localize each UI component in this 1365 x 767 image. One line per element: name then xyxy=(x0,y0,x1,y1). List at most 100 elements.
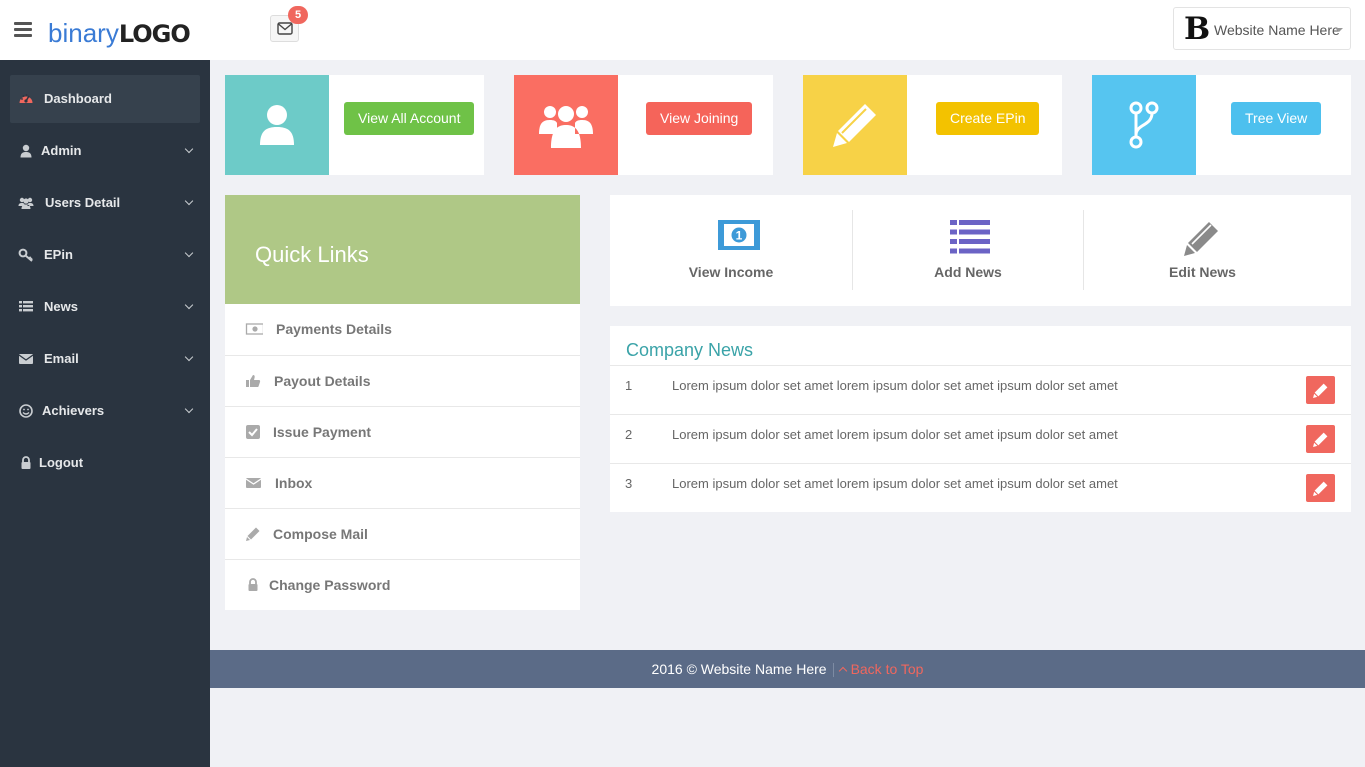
user-icon xyxy=(20,144,32,158)
sidebar-item-news[interactable]: News xyxy=(10,283,200,331)
smile-icon xyxy=(19,404,33,418)
sidebar-item-label: Dashboard xyxy=(44,91,112,106)
sidebar-item-label: Email xyxy=(44,351,79,366)
sidebar-item-label: Logout xyxy=(39,455,84,470)
chevron-down-icon xyxy=(184,404,194,414)
logo-text-secondary: LOGO xyxy=(118,20,191,48)
sidebar-item-label: Achievers xyxy=(42,403,105,418)
envelope-icon xyxy=(245,478,262,488)
add-news-action[interactable]: Add News xyxy=(853,210,1083,290)
sidebar-item-logout[interactable]: Logout xyxy=(10,439,200,487)
quick-links-panel: Quick Links Payments Details Payout Deta… xyxy=(225,195,580,610)
view-income-label: View Income xyxy=(688,264,774,280)
tile-create-epin: Create EPin xyxy=(803,75,1062,175)
quick-actions-panel: 1 View Income Add News Edit News xyxy=(610,195,1351,306)
chevron-down-icon xyxy=(184,300,194,310)
site-logo: B xyxy=(1184,11,1211,47)
sidebar-item-label: EPin xyxy=(44,247,73,262)
chevron-down-icon xyxy=(184,196,194,206)
quick-link-label: Compose Mail xyxy=(273,526,368,542)
view-income-action[interactable]: 1 View Income xyxy=(610,210,852,290)
quick-link-label: Inbox xyxy=(275,475,313,491)
quick-link-change-password[interactable]: Change Password xyxy=(225,559,580,610)
footer-copyright: 2016 © Website Name Here xyxy=(651,661,827,677)
edit-news-button[interactable] xyxy=(1306,474,1335,502)
svg-text:1: 1 xyxy=(736,229,743,243)
quick-link-label: Payout Details xyxy=(274,373,371,389)
tile-icon-box xyxy=(803,75,907,175)
chevron-up-icon xyxy=(838,667,847,676)
news-text: Lorem ipsum dolor set amet lorem ipsum d… xyxy=(672,427,1118,442)
quick-link-label: Issue Payment xyxy=(273,424,372,440)
quick-link-inbox[interactable]: Inbox xyxy=(225,457,580,508)
tile-tree-view: Tree View xyxy=(1092,75,1351,175)
company-news-title: Company News xyxy=(626,340,754,360)
news-number: 1 xyxy=(625,378,633,393)
users-icon xyxy=(539,106,593,148)
envelope-icon xyxy=(277,22,293,35)
users-icon xyxy=(18,197,34,209)
sidebar: Dashboard Admin Users Detail EPin News E… xyxy=(0,60,210,767)
footer-divider xyxy=(832,663,834,678)
edit-news-button[interactable] xyxy=(1306,376,1335,404)
quick-link-label: Change Password xyxy=(269,577,391,593)
sidebar-item-users-detail[interactable]: Users Detail xyxy=(10,179,200,227)
quick-link-payout-details[interactable]: Payout Details xyxy=(225,355,580,406)
company-news-panel: Company News 1 Lorem ipsum dolor set ame… xyxy=(610,326,1351,512)
chevron-down-icon xyxy=(184,144,194,154)
fork-icon xyxy=(1129,101,1159,149)
add-news-label: Add News xyxy=(934,264,1002,280)
lock-icon xyxy=(21,456,31,469)
thumbs-up-icon xyxy=(246,375,261,387)
sidebar-item-achievers[interactable]: Achievers xyxy=(10,387,200,435)
tree-view-button[interactable]: Tree View xyxy=(1231,102,1322,135)
news-row: 2 Lorem ipsum dolor set amet lorem ipsum… xyxy=(610,414,1351,463)
site-name: Website Name Here xyxy=(1214,22,1340,38)
envelope-icon xyxy=(18,354,34,364)
quick-link-payments-details[interactable]: Payments Details xyxy=(225,304,580,355)
caret-down-icon xyxy=(1335,28,1343,32)
sidebar-item-label: Users Detail xyxy=(45,195,121,210)
news-number: 3 xyxy=(625,476,633,491)
quick-link-label: Payments Details xyxy=(276,321,392,337)
quick-link-compose-mail[interactable]: Compose Mail xyxy=(225,508,580,559)
pencil-icon xyxy=(1184,222,1218,256)
pencil-icon xyxy=(833,104,876,147)
sidebar-item-dashboard[interactable]: Dashboard xyxy=(10,75,200,123)
brand-logo[interactable]: binaryLOGO xyxy=(48,17,191,50)
sidebar-item-admin[interactable]: Admin xyxy=(10,127,200,175)
sidebar-item-email[interactable]: Email xyxy=(10,335,200,383)
news-text: Lorem ipsum dolor set amet lorem ipsum d… xyxy=(672,378,1118,393)
tile-icon-box xyxy=(514,75,618,175)
check-square-icon xyxy=(246,425,260,439)
sidebar-item-epin[interactable]: EPin xyxy=(10,231,200,279)
lock-icon xyxy=(248,578,258,591)
quick-links-title: Quick Links xyxy=(255,242,369,267)
pencil-icon xyxy=(246,527,260,541)
site-account-dropdown[interactable]: B Website Name Here xyxy=(1173,7,1351,50)
sidebar-item-label: News xyxy=(44,299,78,314)
news-row: 3 Lorem ipsum dolor set amet lorem ipsum… xyxy=(610,463,1351,512)
menu-toggle-icon[interactable] xyxy=(14,22,32,38)
create-epin-button[interactable]: Create EPin xyxy=(936,102,1040,135)
tile-view-all-account: View All Account xyxy=(225,75,484,175)
tile-view-joining: View Joining xyxy=(514,75,773,175)
news-number: 2 xyxy=(625,427,633,442)
pencil-icon xyxy=(1313,481,1328,496)
back-to-top-label: Back to Top xyxy=(850,661,924,677)
back-to-top-link[interactable]: Back to Top xyxy=(838,661,924,677)
pencil-icon xyxy=(1313,432,1328,447)
money-icon xyxy=(245,323,263,335)
edit-news-button[interactable] xyxy=(1306,425,1335,453)
edit-news-action[interactable]: Edit News xyxy=(1084,210,1321,290)
mail-count-badge: 5 xyxy=(288,6,308,24)
list-icon xyxy=(19,301,33,312)
quick-link-issue-payment[interactable]: Issue Payment xyxy=(225,406,580,457)
key-icon xyxy=(18,248,33,262)
tile-icon-box xyxy=(1092,75,1196,175)
view-joining-button[interactable]: View Joining xyxy=(646,102,753,135)
page-footer: 2016 © Website Name Here Back to Top xyxy=(210,650,1365,688)
user-icon xyxy=(260,105,294,145)
view-all-account-button[interactable]: View All Account xyxy=(344,102,475,135)
sidebar-item-label: Admin xyxy=(41,143,82,158)
